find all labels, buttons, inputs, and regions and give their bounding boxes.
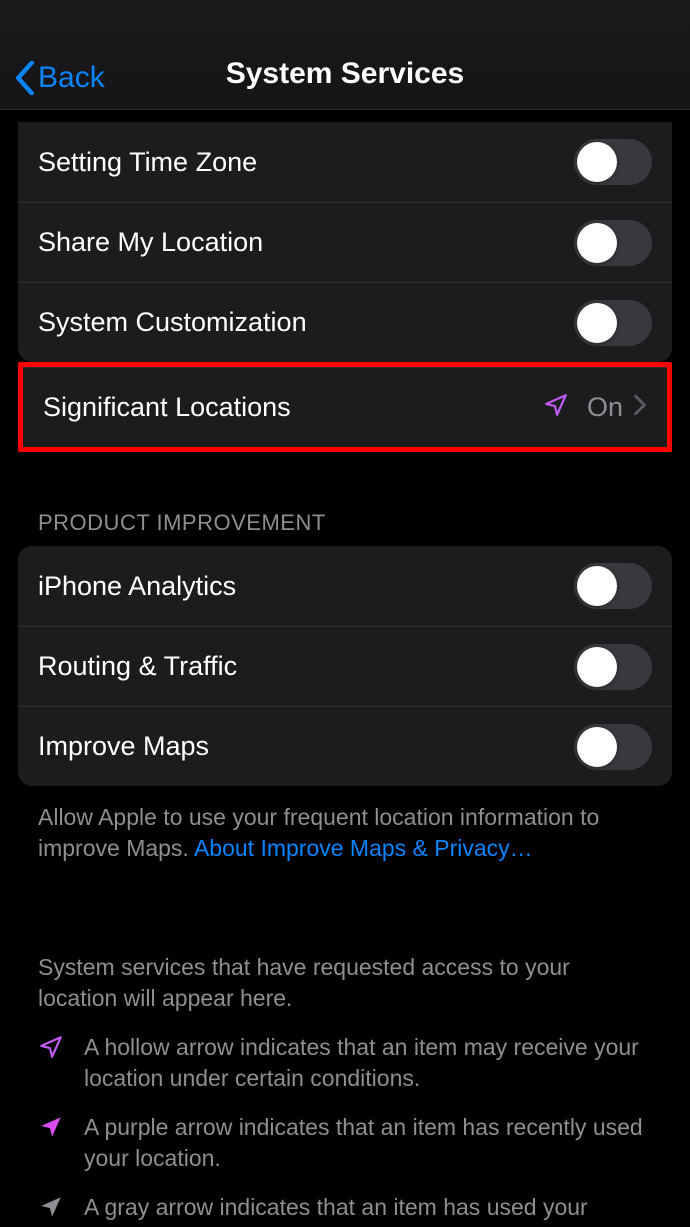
row-label: Setting Time Zone	[38, 147, 574, 178]
toggle-improve-maps[interactable]	[574, 724, 652, 770]
toggle-system-customization[interactable]	[574, 300, 652, 346]
row-iphone-analytics: iPhone Analytics	[18, 546, 672, 626]
back-button[interactable]: Back	[14, 61, 105, 95]
toggle-iphone-analytics[interactable]	[574, 563, 652, 609]
legend-text: A purple arrow indicates that an item ha…	[84, 1112, 652, 1174]
improve-maps-privacy-link[interactable]: About Improve Maps & Privacy…	[194, 835, 533, 861]
legend-text: A hollow arrow indicates that an item ma…	[84, 1032, 652, 1094]
legend-text: A gray arrow indicates that an item has …	[84, 1192, 652, 1227]
chevron-left-icon	[14, 61, 36, 95]
location-arrow-hollow-icon	[543, 392, 569, 423]
row-improve-maps: Improve Maps	[18, 706, 672, 786]
toggle-routing-traffic[interactable]	[574, 644, 652, 690]
row-label: iPhone Analytics	[38, 571, 574, 602]
toggle-setting-time-zone[interactable]	[574, 139, 652, 185]
row-label: System Customization	[38, 307, 574, 338]
row-significant-locations[interactable]: Significant Locations On	[23, 367, 667, 447]
row-setting-time-zone: Setting Time Zone	[18, 122, 672, 202]
row-value: On	[587, 392, 623, 423]
legend-row-hollow: A hollow arrow indicates that an item ma…	[38, 1032, 652, 1094]
legend-row-purple: A purple arrow indicates that an item ha…	[38, 1112, 652, 1174]
section-header-product-improvement: PRODUCT IMPROVEMENT	[0, 452, 690, 546]
row-label: Improve Maps	[38, 731, 574, 762]
location-arrow-hollow-icon	[38, 1034, 72, 1068]
row-share-my-location: Share My Location	[18, 202, 672, 282]
row-label: Share My Location	[38, 227, 574, 258]
location-arrow-purple-icon	[38, 1114, 72, 1148]
highlighted-significant-locations: Significant Locations On	[18, 362, 672, 452]
improve-maps-footer: Allow Apple to use your frequent locatio…	[0, 786, 690, 864]
product-improvement-group: iPhone Analytics Routing & Traffic Impro…	[18, 546, 672, 786]
page-title: System Services	[226, 57, 465, 91]
chevron-right-icon	[633, 394, 647, 421]
system-services-group: Setting Time Zone Share My Location Syst…	[18, 122, 672, 362]
nav-bar: Back System Services	[0, 0, 690, 110]
back-label: Back	[38, 61, 105, 95]
row-routing-traffic: Routing & Traffic	[18, 626, 672, 706]
legend-row-gray: A gray arrow indicates that an item has …	[38, 1192, 652, 1227]
row-label: Routing & Traffic	[38, 651, 574, 682]
row-label: Significant Locations	[43, 392, 543, 423]
location-arrow-gray-icon	[38, 1194, 72, 1227]
toggle-share-my-location[interactable]	[574, 220, 652, 266]
legend-intro: System services that have requested acce…	[38, 952, 652, 1014]
row-system-customization: System Customization	[18, 282, 672, 362]
legend: System services that have requested acce…	[0, 934, 690, 1227]
